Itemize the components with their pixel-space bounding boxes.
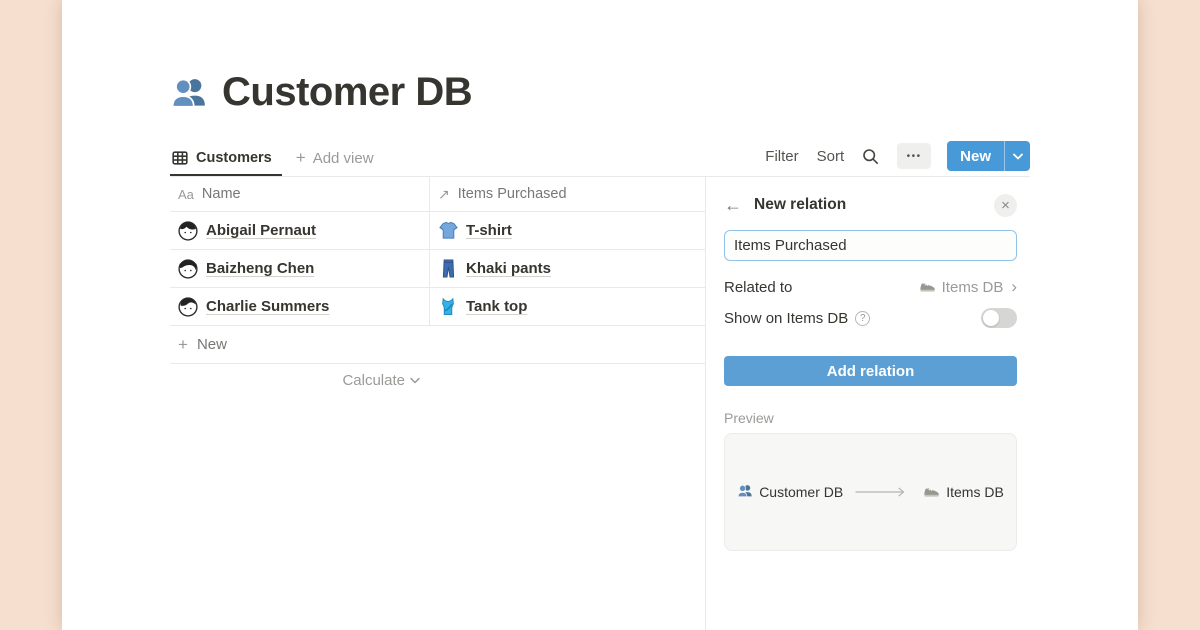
- chevron-down-icon: [410, 377, 420, 384]
- show-on-label: Show on Items DB: [724, 310, 848, 327]
- jeans-icon: [438, 259, 458, 279]
- plus-icon: +: [178, 335, 188, 355]
- item-name: Khaki pants: [466, 260, 551, 277]
- ellipsis-icon: •••: [907, 151, 922, 162]
- customer-name: Baizheng Chen: [206, 260, 314, 277]
- new-button[interactable]: New: [947, 141, 1004, 171]
- sneaker-icon: [923, 482, 940, 502]
- collection-toolbar: Filter Sort ••• New: [170, 141, 1030, 171]
- related-to-row[interactable]: Related to Items DB ›: [724, 276, 1017, 298]
- more-options-button[interactable]: •••: [897, 143, 931, 169]
- items-cell[interactable]: T-shirt: [430, 212, 705, 249]
- table-row: Charlie Summers Tank top: [170, 288, 705, 326]
- item-name: T-shirt: [466, 222, 512, 239]
- tshirt-icon: [438, 221, 458, 241]
- question-glyph: ?: [860, 313, 866, 324]
- panel-header: ← New relation ×: [724, 193, 1017, 217]
- filter-button[interactable]: Filter: [765, 148, 798, 165]
- item-name: Tank top: [466, 298, 527, 315]
- search-icon[interactable]: [862, 148, 879, 165]
- items-cell[interactable]: Khaki pants: [430, 250, 705, 287]
- close-icon: ×: [1001, 197, 1010, 214]
- back-arrow-icon[interactable]: ←: [724, 195, 754, 216]
- avatar: [178, 297, 198, 317]
- table-header-row: Aa Name ↗ Items Purchased: [170, 177, 705, 212]
- sneaker-icon: [919, 277, 936, 298]
- relation-name-input[interactable]: [724, 230, 1017, 261]
- related-to-label: Related to: [724, 279, 919, 296]
- chevron-down-icon: [1013, 153, 1023, 160]
- column-header-name[interactable]: Aa Name: [170, 177, 430, 211]
- panel-title: New relation: [754, 196, 994, 214]
- new-row-button[interactable]: + New: [170, 326, 705, 364]
- customer-name: Charlie Summers: [206, 298, 329, 315]
- avatar: [178, 221, 198, 241]
- preview-source-label: Customer DB: [759, 484, 843, 500]
- help-icon[interactable]: ?: [855, 311, 870, 326]
- page-title: Customer DB: [222, 70, 472, 115]
- show-on-row: Show on Items DB ?: [724, 307, 1017, 329]
- calculate-button[interactable]: Calculate: [170, 364, 430, 396]
- preview-label: Preview: [724, 410, 1017, 426]
- page-background: Customer DB Customers + Add view: [0, 0, 1200, 630]
- title-property-icon: Aa: [178, 187, 194, 202]
- chevron-right-icon: ›: [1011, 277, 1017, 297]
- customer-name: Abigail Pernaut: [206, 222, 316, 239]
- column-label: Name: [202, 186, 241, 202]
- calculate-label: Calculate: [342, 372, 405, 389]
- busts-in-silhouette-icon: [737, 483, 753, 502]
- page-header: Customer DB: [170, 70, 472, 115]
- avatar: [178, 259, 198, 279]
- related-to-value: Items DB: [942, 279, 1004, 296]
- busts-in-silhouette-icon: [170, 74, 208, 112]
- table-row: Abigail Pernaut T-shirt: [170, 212, 705, 250]
- column-header-items-purchased[interactable]: ↗ Items Purchased: [430, 177, 705, 211]
- customer-table: Aa Name ↗ Items Purchased: [170, 177, 705, 396]
- name-cell[interactable]: Baizheng Chen: [170, 250, 430, 287]
- new-relation-panel: ← New relation × Related to: [705, 177, 1138, 630]
- column-label: Items Purchased: [458, 186, 567, 202]
- toggle-knob: [983, 310, 999, 326]
- preview-target-label: Items DB: [946, 484, 1004, 500]
- name-cell[interactable]: Abigail Pernaut: [170, 212, 430, 249]
- sort-button[interactable]: Sort: [817, 148, 845, 165]
- show-on-toggle[interactable]: [981, 308, 1017, 328]
- items-cell[interactable]: Tank top: [430, 288, 705, 325]
- table-row: Baizheng Chen Khaki pants: [170, 250, 705, 288]
- relation-preview: Customer DB: [724, 433, 1017, 551]
- relation-arrow: [855, 487, 911, 497]
- new-button-dropdown[interactable]: [1005, 141, 1030, 171]
- tanktop-icon: [438, 297, 458, 317]
- name-cell[interactable]: Charlie Summers: [170, 288, 430, 325]
- close-panel-button[interactable]: ×: [994, 194, 1017, 217]
- add-relation-button[interactable]: Add relation: [724, 356, 1017, 386]
- relation-arrow-icon: ↗: [438, 186, 450, 203]
- new-record-split-button: New: [947, 141, 1030, 171]
- new-row-label: New: [197, 336, 227, 353]
- app-window: Customer DB Customers + Add view: [62, 0, 1138, 630]
